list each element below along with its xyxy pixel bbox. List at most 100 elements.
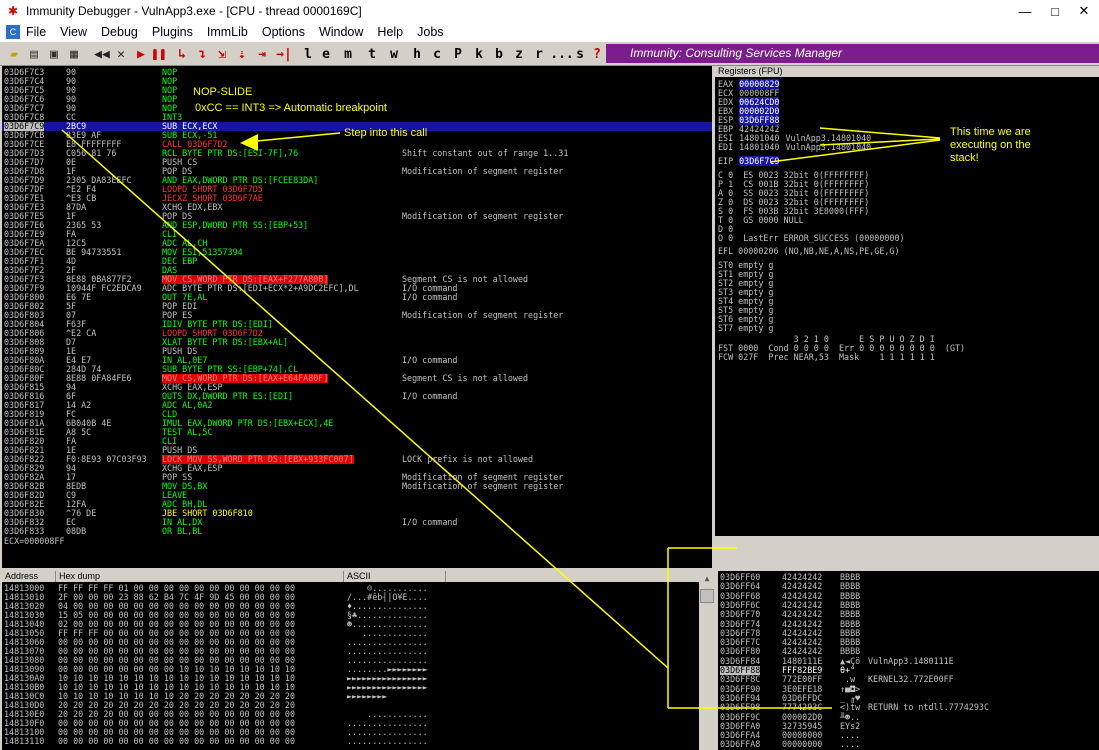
disasm-row[interactable]: 03D6F7F1 4D DEC EBP — [2, 257, 712, 266]
disasm-row[interactable]: 03D6F832 EC IN AL,DX I/O command — [2, 518, 712, 527]
trace-into-icon[interactable]: ⇲ — [214, 45, 230, 63]
disasm-row[interactable]: 03D6F81A 6B040B 4E IMUL EAX,DWORD PTR DS:[… — [2, 419, 712, 428]
menu-immlib[interactable]: ImmLib — [207, 25, 248, 39]
registers-pane[interactable]: Registers (FPU) EAX 00000829 ECX 000008FF ED… — [715, 66, 1099, 536]
disasm-row[interactable]: 03D6F817 14 A2 ADC AL,0A2 — [2, 401, 712, 410]
disasm-row[interactable]: 03D6F82D C9 LEAVE — [2, 491, 712, 500]
register-value[interactable]: 14801040 — [739, 142, 779, 152]
register-eip[interactable]: EIP 03D6F7C9 — [718, 156, 780, 166]
disasm-row[interactable]: 03D6F800 E6 7E OUT 7E,AL I/O command — [2, 293, 712, 302]
disasm-row[interactable]: 03D6F809 1E PUSH DS — [2, 347, 712, 356]
disasm-row[interactable]: 03D6F7DF ^E2 F4 LOOPD SHORT 03D6F7D5 — [2, 185, 712, 194]
disasm-row[interactable]: 03D6F822 F0:8E93 07C03F93 LOCK MOV SS,WORD… — [2, 455, 712, 464]
disasm-row[interactable]: 03D6F7D3 C056 81 76 RCL BYTE PTR DS:[ESI-7… — [2, 149, 712, 158]
menu-window[interactable]: Window — [319, 25, 363, 39]
dump-pane[interactable]: Address Hex dump ASCII 14813000 FF FF FF … — [2, 571, 699, 750]
disasm-row[interactable]: 03D6F7D7 0E PUSH CS — [2, 158, 712, 167]
toolbar-help[interactable]: ? — [591, 45, 603, 63]
open-icon[interactable]: ▰ — [6, 45, 22, 63]
toolbar-more[interactable]: ... — [550, 45, 573, 63]
recent-icon[interactable]: ▤ — [26, 45, 42, 63]
disasm-row[interactable]: 03D6F833 08DB OR BL,BL — [2, 527, 712, 536]
disasm-row[interactable]: 03D6F81E A8 5C TEST AL,5C — [2, 428, 712, 437]
registers-header[interactable]: Registers (FPU) — [715, 66, 1099, 77]
step-into-icon[interactable]: ↳ — [174, 45, 190, 63]
disasm-row[interactable]: 03D6F7EC BE 94733551 MOV ESI,51357394 — [2, 248, 712, 257]
disasm-row[interactable]: 03D6F82A 17 POP SS Modification of segment … — [2, 473, 712, 482]
dump-col-address[interactable]: Address — [2, 571, 56, 582]
disasm-row[interactable]: 03D6F7C4 90 NOP — [2, 77, 712, 86]
toolbar-call-stack[interactable]: k — [473, 45, 485, 63]
toolbar-patches[interactable]: P — [451, 45, 465, 63]
disasm-row[interactable]: 03D6F802 5F POP EDI — [2, 302, 712, 311]
disasm-row[interactable]: 03D6F808 D7 XLAT BYTE PTR DS:[EBX+AL] — [2, 338, 712, 347]
toolbar-handles[interactable]: h — [411, 45, 423, 63]
disasm-row[interactable]: 03D6F829 94 XCHG EAX,ESP — [2, 464, 712, 473]
disasm-row[interactable]: 03D6F816 6F OUTS DX,DWORD PTR ES:[EDI] I/O … — [2, 392, 712, 401]
toolbar-breakpoints[interactable]: b — [493, 45, 505, 63]
close-button[interactable]: ✕ — [1069, 0, 1099, 22]
disasm-row[interactable]: 03D6F82E 12FA ADC BH,DL — [2, 500, 712, 509]
toolbar-memory[interactable]: m — [342, 45, 354, 63]
toolbar-run-trace[interactable]: r — [533, 45, 545, 63]
dump-ascii[interactable]: ................ — [347, 737, 428, 746]
menu-options[interactable]: Options — [262, 25, 305, 39]
pause-icon[interactable]: ❚❚ — [151, 45, 167, 63]
trace-over-icon[interactable]: ⇣ — [234, 45, 250, 63]
terminal-icon[interactable]: ▣ — [46, 45, 62, 63]
disasm-row[interactable]: 03D6F7E3 87DA XCHG EDX,EBX — [2, 203, 712, 212]
consulting-banner[interactable]: Immunity: Consulting Services Manager — [606, 44, 1099, 63]
close-process-icon[interactable]: ✕ — [114, 45, 128, 63]
stack-pane[interactable]: 03D6FF60 42424242 BBBB 03D6FF64 42424242 BBBB… — [718, 571, 1099, 750]
menu-help[interactable]: Help — [377, 25, 403, 39]
toolbar-cpu[interactable]: c — [431, 45, 443, 63]
run-icon[interactable]: ▶ — [134, 45, 148, 63]
scroll-up-icon[interactable]: ▲ — [701, 574, 713, 586]
go-to-icon[interactable]: →| — [276, 45, 292, 63]
disasm-row[interactable]: 03D6F7E6 2365 53 AND ESP,DWORD PTR SS:[EBP… — [2, 221, 712, 230]
dump-scrollbar[interactable]: ▲ — [699, 571, 715, 750]
step-over-icon[interactable]: ↴ — [194, 45, 210, 63]
dump-hex[interactable]: 00 00 00 00 00 00 00 00 00 00 00 00 00 0… — [58, 737, 295, 746]
toolbar-modules[interactable]: e — [320, 45, 332, 63]
disasm-row[interactable]: 03D6F7E1 ^E3 CB JECXZ SHORT 03D6F7AE — [2, 194, 712, 203]
minimize-button[interactable]: — — [1010, 0, 1040, 22]
toolbar-hw-breakpoints[interactable]: z — [513, 45, 525, 63]
disasm-row[interactable]: 03D6F806 ^E2 CA LOOPD SHORT 03D6F7D2 — [2, 329, 712, 338]
toolbar-source[interactable]: s — [574, 45, 586, 63]
dump-col-hex[interactable]: Hex dump — [56, 571, 344, 582]
layout-icon[interactable]: ▦ — [66, 45, 82, 63]
disasm-row[interactable]: 03D6F80F 8E88 0FA84FE6 MOV CS,WORD PTR DS:… — [2, 374, 712, 383]
disasm-row[interactable]: 03D6F80A E4 E7 IN AL,0E7 I/O command — [2, 356, 712, 365]
register-value[interactable]: 03D6F7C9 — [739, 156, 780, 166]
disasm-row[interactable]: 03D6F804 F63F IDIV BYTE PTR DS:[EDI] — [2, 320, 712, 329]
toolbar-windows[interactable]: w — [387, 45, 401, 63]
menu-debug[interactable]: Debug — [101, 25, 138, 39]
disasm-row[interactable]: 03D6F803 07 POP ES Modification of segment … — [2, 311, 712, 320]
menu-view[interactable]: View — [60, 25, 87, 39]
disasm-row[interactable]: 03D6F82B 8EDB MOV DS,BX Modification of seg… — [2, 482, 712, 491]
flag-line[interactable]: O 0 LastErr ERROR_SUCCESS (00000000) — [718, 234, 905, 243]
disasm-row[interactable]: 03D6F7C3 90 NOP — [2, 68, 712, 77]
disasm-row[interactable]: 03D6F7C5 90 NOP — [2, 86, 712, 95]
menu-plugins[interactable]: Plugins — [152, 25, 193, 39]
disasm-row[interactable]: 03D6F7F9 10944F FC2EDCA9 ADC BYTE PTR DS:[… — [2, 284, 712, 293]
dump-col-ascii[interactable]: ASCII — [344, 571, 446, 582]
menu-jobs[interactable]: Jobs — [417, 25, 443, 39]
disasm-row[interactable]: 03D6F7E9 FA CLI — [2, 230, 712, 239]
register-edi[interactable]: EDI 14801040 VulnApp3.14801040 — [718, 143, 871, 152]
menu-file[interactable]: C File — [6, 25, 46, 39]
toolbar-log[interactable]: l — [302, 45, 314, 63]
maximize-button[interactable]: □ — [1040, 0, 1070, 22]
toolbar-threads[interactable]: t — [366, 45, 378, 63]
disasm-row[interactable]: 03D6F7C8 CC INT3 — [2, 113, 712, 122]
efl-line[interactable]: EFL 00000206 (NO,NB,NE,A,NS,PE,GE,G) — [718, 247, 900, 256]
disasm-row[interactable]: 03D6F7D9 2305 DA83EEFC AND EAX,DWORD PTR D… — [2, 176, 712, 185]
disasm-row[interactable]: 03D6F820 FA CLI — [2, 437, 712, 446]
disasm-row[interactable]: 03D6F830 ^76 DE JBE SHORT 03D6F810 — [2, 509, 712, 518]
execute-till-return-icon[interactable]: ⇥ — [254, 45, 270, 63]
disasm-row[interactable]: 03D6F7E5 1F POP DS Modification of segment … — [2, 212, 712, 221]
dump-scroll-thumb[interactable] — [700, 589, 714, 603]
restart-icon[interactable]: ◀◀ — [94, 45, 110, 63]
disasm-row[interactable]: 03D6F815 94 XCHG EAX,ESP — [2, 383, 712, 392]
